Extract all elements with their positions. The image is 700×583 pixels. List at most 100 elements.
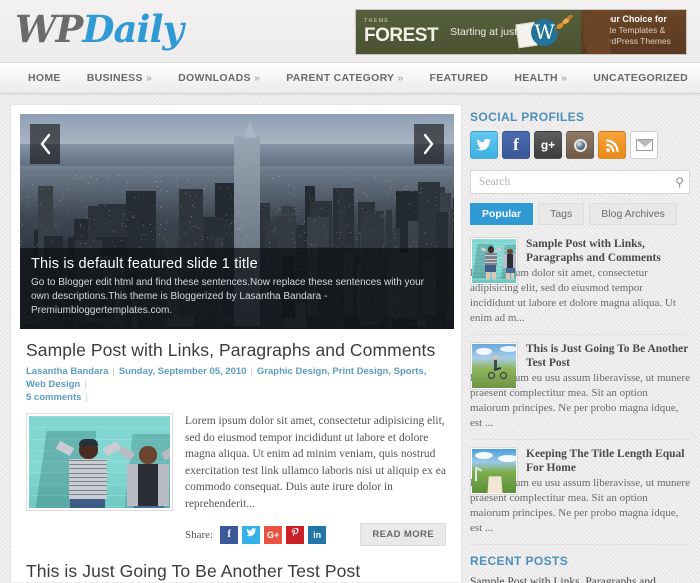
recent-posts-title: RECENT POSTS [470,554,569,568]
nav-caret-icon: » [561,72,568,84]
facebook-icon[interactable]: f [502,131,530,159]
envelope-shape [635,139,653,151]
nav-label: UNCATEGORIZED [593,72,689,84]
slider-next-arrow[interactable] [414,124,444,164]
post-title[interactable]: Sample Post with Links, Paragraphs and C… [26,339,446,361]
popular-post-item[interactable]: Keeping The Title Length Equal For Home L… [470,440,690,545]
nav-link[interactable]: PARENT CATEGORY » [273,63,416,93]
nav-item[interactable]: DOWNLOADS » [165,63,273,93]
nav-item[interactable]: PARENT CATEGORY » [273,63,416,93]
nav-caret-icon: » [146,72,153,84]
popular-post-text: Sample Post with Links, Paragraphs and C… [470,237,690,326]
post-item: Sample Post with Links, Paragraphs and C… [20,329,452,546]
site-logo[interactable]: WPDaily [15,4,184,54]
googleplus-icon[interactable]: g+ [534,131,562,159]
recent-post-item[interactable]: Sample Post with Links, Paragraphs and C… [470,575,690,583]
nav-link[interactable]: UNCATEGORIZED [580,63,700,93]
slider-prev-arrow[interactable] [30,124,60,164]
nav-item[interactable]: BUSINESS » [74,63,165,93]
popular-post-item[interactable]: This is Just Going To Be Another Test Po… [470,335,690,440]
meta-separator: | [250,366,253,377]
ad-artwork: W [515,15,577,51]
popular-post-title[interactable]: Sample Post with Links, Paragraphs and C… [526,237,690,265]
ad-right-line2: Site Templates & [601,25,666,35]
post-thumbnail[interactable] [26,413,173,511]
meta-separator: | [85,392,88,403]
tab-tags[interactable]: Tags [538,203,585,225]
post-title[interactable]: This is Just Going To Be Another Test Po… [26,560,446,582]
search-icon[interactable]: ⚲ [675,175,684,189]
nav-item[interactable]: UNCATEGORIZED [580,63,700,93]
search-widget: ⚲ [470,170,690,194]
share-googleplus-icon[interactable]: G+ [264,525,283,544]
nav-label: HEALTH [514,72,558,84]
nav-item[interactable]: HOME [15,63,74,93]
ad-right-line1: Your Choice for [600,14,667,24]
popular-post-title[interactable]: This is Just Going To Be Another Test Po… [526,342,690,370]
popular-post-thumbnail[interactable] [470,237,518,285]
popular-post-item[interactable]: Sample Post with Links, Paragraphs and C… [470,235,690,335]
nav-caret-icon: » [254,72,261,84]
share-twitter-icon[interactable] [242,525,261,544]
chevron-right-icon [423,133,434,155]
pinterest-p-icon [291,527,299,536]
share-linkedin-icon[interactable]: in [308,525,327,544]
nav-link[interactable]: BUSINESS » [74,63,165,93]
nav-label: FEATURED [429,72,489,84]
share-pinterest-icon[interactable] [286,525,305,544]
thumbnail-image-girls [29,416,170,508]
nav-label: DOWNLOADS [178,72,251,84]
email-icon[interactable] [630,131,658,159]
post-author[interactable]: Lasantha Bandara [26,366,108,377]
ad-banner[interactable]: THEME FOREST Starting at just $10 » W Yo… [355,9,687,55]
logo-text-daily: Daily [82,7,184,51]
site-header: WPDaily THEME FOREST Starting at just $1… [0,0,700,62]
nav-link[interactable]: HOME [15,63,74,93]
social-profiles-title: SOCIAL PROFILES [470,110,585,124]
nav-caret-icon: » [397,72,404,84]
nav-label: PARENT CATEGORY [286,72,395,84]
social-icons-row: f g+ [470,131,690,159]
camera-lens-shape [573,138,587,152]
share-label: Share: [185,528,214,541]
meta-separator: | [84,379,87,390]
social-profiles-widget: SOCIAL PROFILES f g+ [470,110,690,159]
popular-post-thumbnail[interactable] [470,342,518,390]
popular-post-thumbnail[interactable] [470,447,518,495]
twitter-bird-glyph [476,138,491,151]
slider-description: Go to Blogger edit html and find these s… [31,277,425,316]
themeforest-logo: THEME FOREST [364,19,439,46]
thumbnail-image [472,449,516,493]
thumbnail-image [472,239,516,283]
nav-item[interactable]: FEATURED [417,63,502,93]
tab-popular[interactable]: Popular [470,203,534,225]
post-meta: Lasantha Bandara | Sunday, September 05, 2… [26,365,446,404]
nav-list: HOME BUSINESS » DOWNLOADS » PARENT CATEGORY… [0,63,700,93]
rss-icon[interactable] [598,131,626,159]
nav-label: HOME [28,72,61,84]
twitter-icon[interactable] [470,131,498,159]
slider-title[interactable]: This is default featured slide 1 title [31,256,443,272]
nav-link[interactable]: FEATURED [417,63,502,93]
post-comments[interactable]: 5 comments [26,392,81,403]
main-navigation: HOME BUSINESS » DOWNLOADS » PARENT CATEGORY… [0,62,700,94]
post-excerpt: Lorem ipsum dolor sit amet, consectetur … [185,415,446,510]
instagram-icon[interactable] [566,131,594,159]
nav-link[interactable]: DOWNLOADS » [165,63,273,93]
logo-text-wp: WP [15,7,83,51]
read-more-button[interactable]: READ MORE [360,523,446,546]
ad-left-panel: THEME FOREST Starting at just $10 » W [356,10,610,54]
popular-post-text: Keeping The Title Length Equal For Home L… [470,447,690,536]
popular-post-title[interactable]: Keeping The Title Length Equal For Home [526,447,690,475]
nav-item[interactable]: HEALTH » [501,63,580,93]
ad-forest-label: FOREST [364,24,439,46]
search-input[interactable] [470,170,690,194]
sidebar-tabs: Popular Tags Blog Archives [470,203,690,225]
nav-link[interactable]: HEALTH » [501,63,580,93]
slider-caption: This is default featured slide 1 title G… [20,248,454,329]
tab-blog-archives[interactable]: Blog Archives [589,203,677,225]
share-facebook-icon[interactable]: f [220,525,239,544]
post-date[interactable]: Sunday, September 05, 2010 [119,366,247,377]
popular-posts-list: Sample Post with Links, Paragraphs and C… [470,235,690,545]
